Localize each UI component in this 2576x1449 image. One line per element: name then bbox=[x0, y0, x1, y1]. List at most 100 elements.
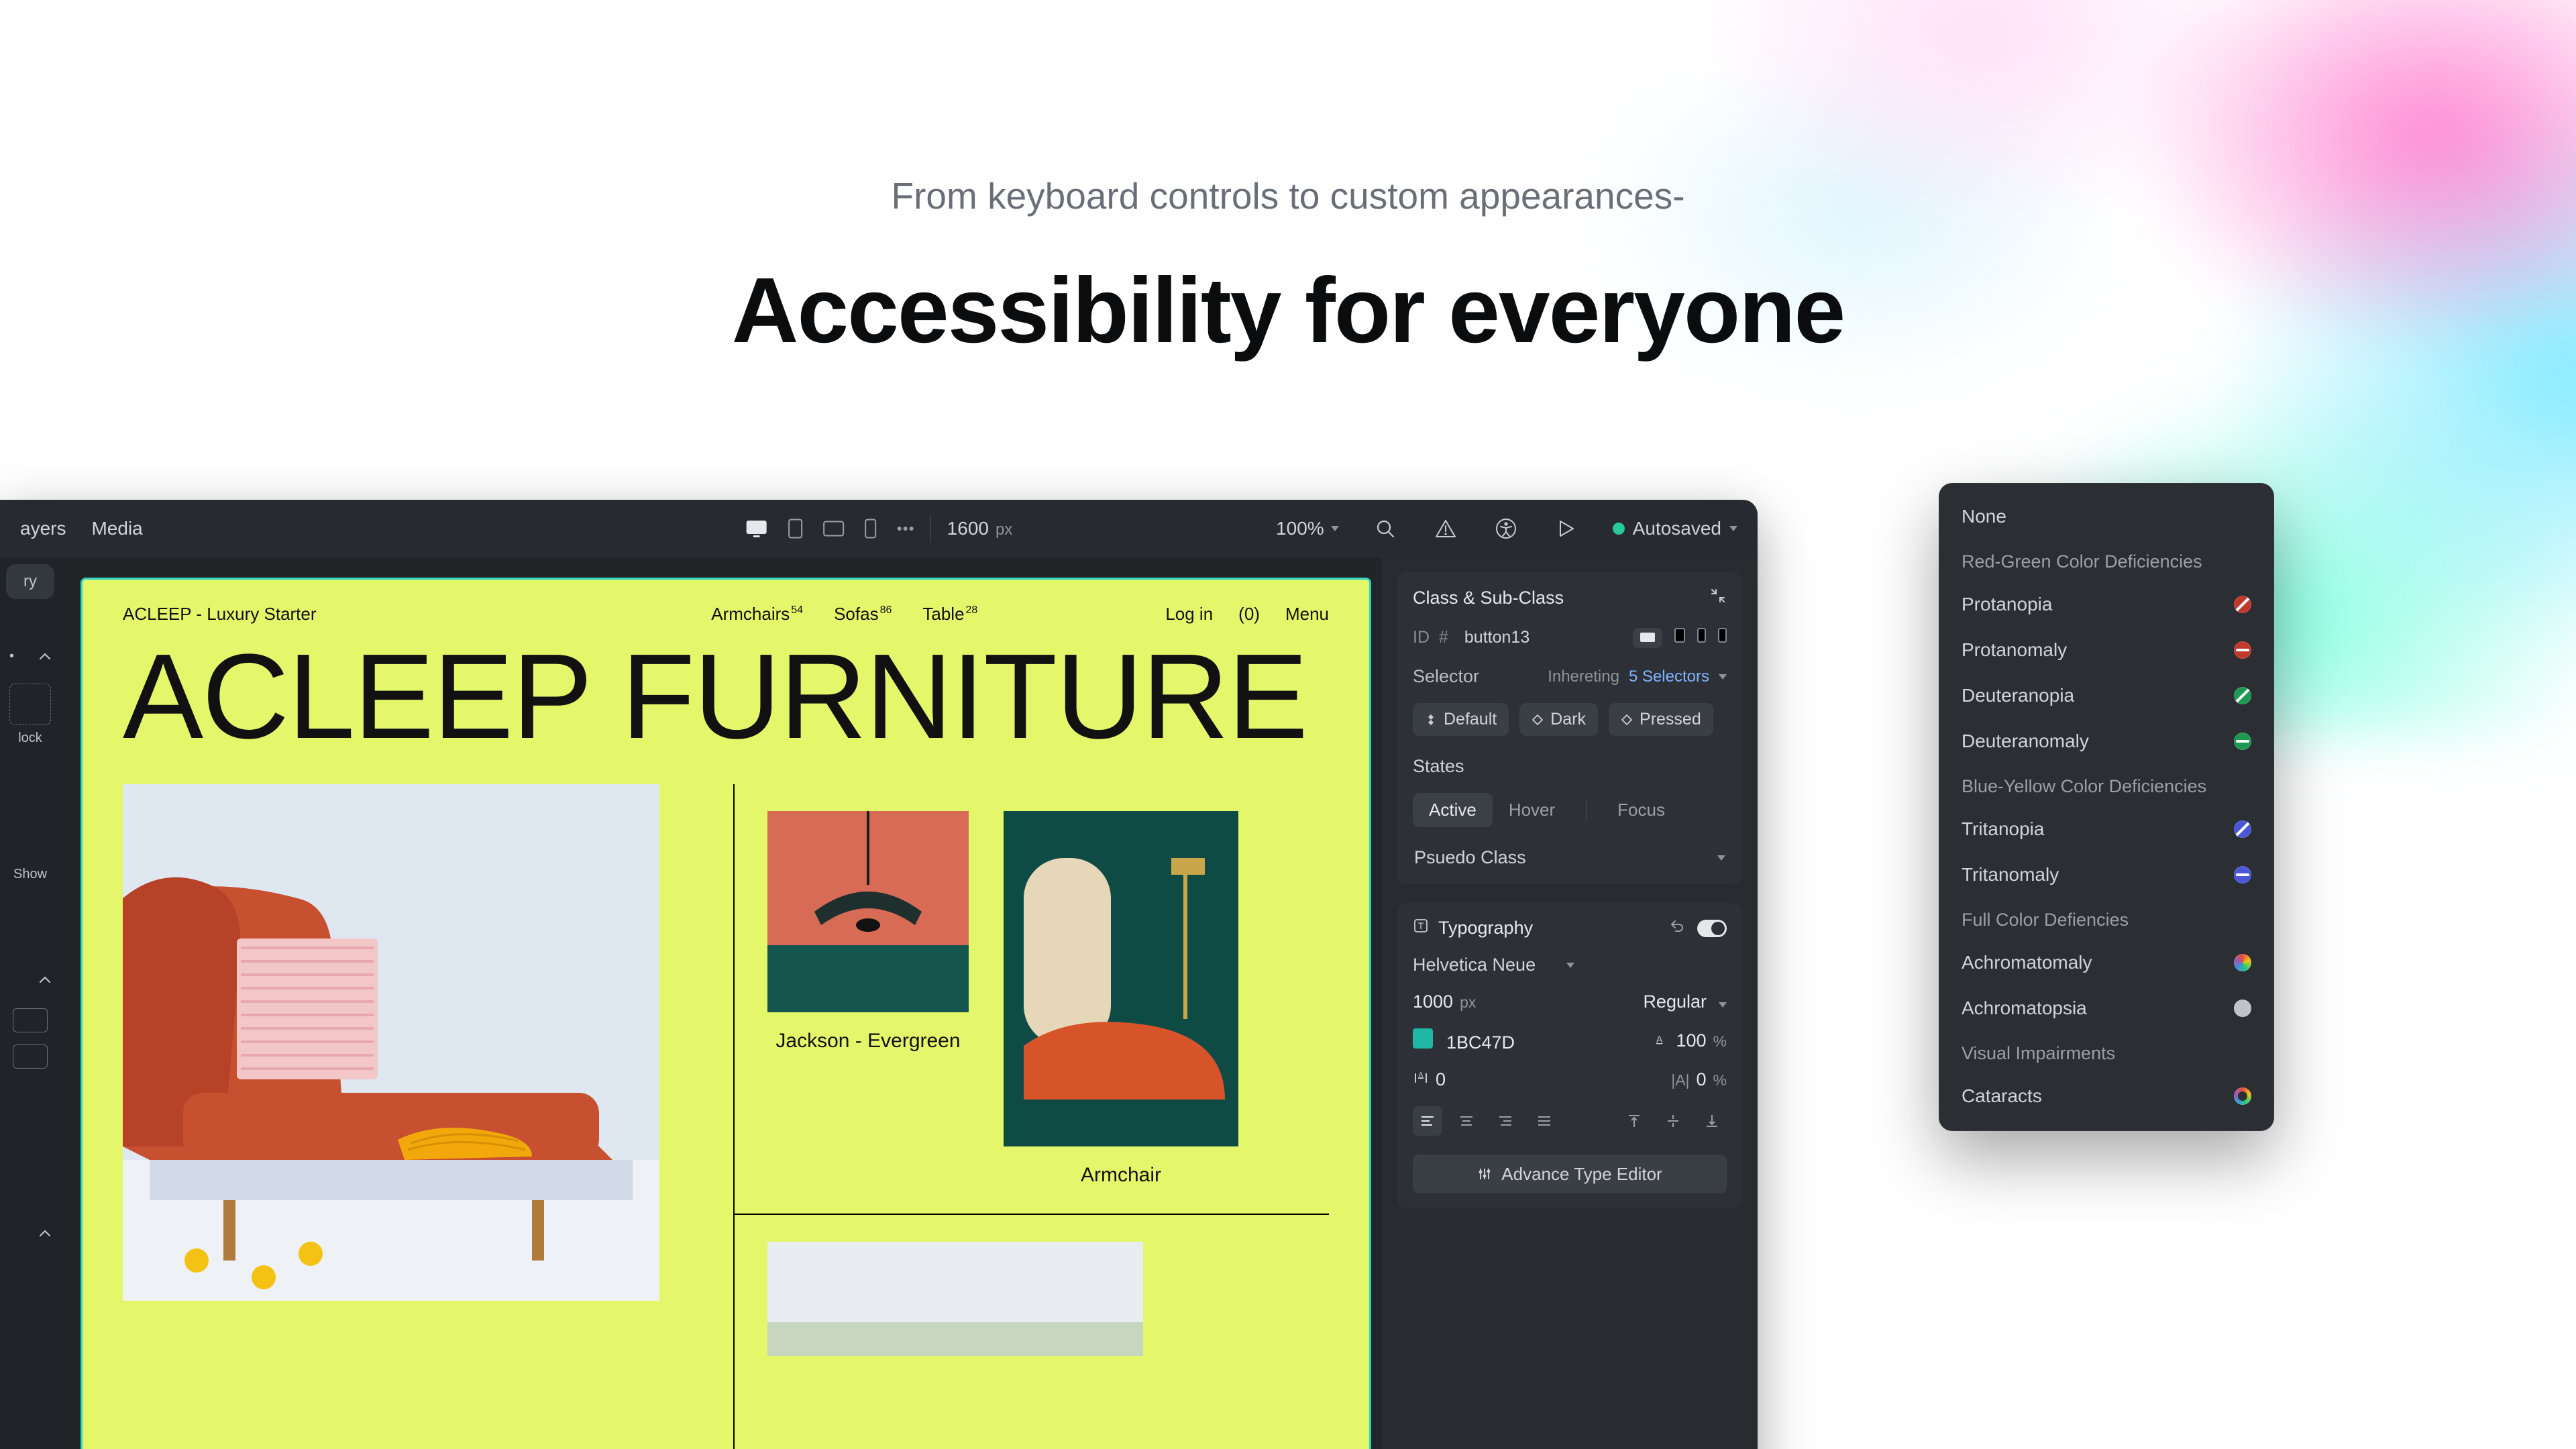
filter-deuteranomaly[interactable]: Deuteranomaly bbox=[1939, 718, 2274, 764]
chevron-down-icon bbox=[1331, 526, 1339, 531]
id-value[interactable]: button13 bbox=[1458, 625, 1536, 650]
swatch-icon bbox=[2234, 1087, 2251, 1105]
hero-headline: From keyboard controls to custom appeara… bbox=[732, 174, 1844, 364]
product-grid: Jackson - Evergreen bbox=[734, 784, 1329, 1449]
valign-bottom-icon[interactable] bbox=[1697, 1106, 1727, 1136]
selector-label: Selector bbox=[1413, 666, 1479, 687]
topbar: ayers Media bbox=[0, 500, 1758, 557]
align-justify-icon[interactable] bbox=[1529, 1106, 1559, 1136]
valign-top-icon[interactable] bbox=[1619, 1106, 1649, 1136]
device-tablet-landscape-icon[interactable] bbox=[823, 521, 845, 537]
filter-achromatomaly[interactable]: Achromatomaly bbox=[1939, 940, 2274, 985]
more-devices-icon[interactable] bbox=[897, 526, 914, 531]
save-status[interactable]: Autosaved bbox=[1613, 518, 1737, 539]
left-strip-chip[interactable]: ry bbox=[6, 564, 54, 599]
canvas-width[interactable]: 1600 px bbox=[947, 518, 1013, 539]
product-card[interactable]: Armchair bbox=[1004, 811, 1238, 1187]
design-canvas[interactable]: ACLEEP - Luxury Starter Armchairs54 Sofa… bbox=[80, 578, 1371, 1449]
filter-none[interactable]: None bbox=[1939, 494, 2274, 539]
panel-title: Typography bbox=[1438, 918, 1533, 938]
warning-icon[interactable] bbox=[1432, 515, 1460, 543]
chevron-up-icon[interactable] bbox=[39, 1226, 51, 1241]
class-panel: Class & Sub-Class ID # button13 bbox=[1397, 572, 1743, 884]
tab-hover[interactable]: Hover bbox=[1493, 793, 1571, 827]
letter-spacing-field[interactable]: A 0 bbox=[1413, 1069, 1446, 1090]
cat-armchairs[interactable]: Armchairs54 bbox=[711, 604, 803, 625]
thumbnail-icon[interactable] bbox=[13, 1044, 48, 1069]
cat-sofas[interactable]: Sofas86 bbox=[834, 604, 892, 625]
swatch-icon bbox=[2234, 641, 2251, 659]
chevron-down-icon[interactable] bbox=[1719, 674, 1727, 680]
zoom-control[interactable]: 100% bbox=[1276, 518, 1339, 539]
device-phone-icon[interactable] bbox=[865, 519, 877, 539]
color-field[interactable]: 1BC47D bbox=[1413, 1028, 1515, 1053]
valign-middle-icon[interactable] bbox=[1658, 1106, 1688, 1136]
swatch-icon bbox=[2234, 596, 2251, 613]
filter-tritanopia[interactable]: Tritanopia bbox=[1939, 806, 2274, 852]
sliders-icon bbox=[1477, 1167, 1492, 1181]
nav-login[interactable]: Log in bbox=[1165, 604, 1213, 625]
align-right-icon[interactable] bbox=[1491, 1106, 1520, 1136]
product-card[interactable]: Jackson - Evergreen bbox=[767, 811, 969, 1187]
product-card[interactable] bbox=[767, 1242, 1143, 1356]
menu-item-media[interactable]: Media bbox=[91, 518, 142, 539]
site-categories: Armchairs54 Sofas86 Table28 bbox=[711, 604, 977, 625]
bp-desktop-icon[interactable] bbox=[1633, 628, 1662, 648]
show-label[interactable]: Show bbox=[13, 867, 47, 882]
pill-pressed[interactable]: Pressed bbox=[1609, 703, 1713, 736]
line-height-field[interactable]: A 100% bbox=[1654, 1030, 1727, 1051]
pill-dark[interactable]: Dark bbox=[1519, 703, 1598, 736]
tab-focus[interactable]: Focus bbox=[1601, 793, 1681, 827]
inspector: Class & Sub-Class ID # button13 bbox=[1382, 557, 1758, 1449]
left-strip: ry • lock Show bbox=[0, 557, 60, 1449]
filter-cataracts[interactable]: Cataracts bbox=[1939, 1073, 2274, 1119]
font-size-field[interactable]: 1000px bbox=[1413, 991, 1476, 1012]
collapse-icon[interactable] bbox=[1709, 587, 1727, 609]
chevron-up-icon[interactable] bbox=[39, 649, 51, 664]
product-thumb-image bbox=[767, 1242, 1143, 1356]
search-icon[interactable] bbox=[1371, 515, 1399, 543]
nav-cart[interactable]: (0) bbox=[1238, 604, 1260, 625]
panel-toggle[interactable] bbox=[1697, 920, 1727, 937]
block-label: lock bbox=[18, 731, 42, 746]
nav-menu[interactable]: Menu bbox=[1285, 604, 1329, 625]
tracking-field[interactable]: |A| 0% bbox=[1671, 1069, 1727, 1090]
product-caption: Armchair bbox=[1081, 1164, 1161, 1187]
advance-type-label: Advance Type Editor bbox=[1501, 1164, 1662, 1185]
accessibility-icon[interactable] bbox=[1492, 515, 1520, 543]
block-placeholder-icon[interactable] bbox=[9, 684, 51, 725]
play-icon[interactable] bbox=[1552, 515, 1580, 543]
site-right-nav: Log in (0) Menu bbox=[1165, 604, 1329, 625]
cat-table[interactable]: Table28 bbox=[922, 604, 977, 625]
chevron-down-icon bbox=[1717, 855, 1725, 861]
bp-tablet-icon[interactable] bbox=[1674, 628, 1685, 647]
bp-phone-icon[interactable] bbox=[1718, 628, 1727, 647]
filter-protanomaly[interactable]: Protanomaly bbox=[1939, 627, 2274, 673]
tab-active[interactable]: Active bbox=[1413, 793, 1493, 827]
device-tablet-portrait-icon[interactable] bbox=[788, 519, 803, 539]
bp-phone-icon[interactable] bbox=[1697, 628, 1706, 647]
filter-protanopia[interactable]: Protanopia bbox=[1939, 582, 2274, 627]
font-weight-field[interactable]: Regular bbox=[1643, 991, 1727, 1012]
filter-deuteranopia[interactable]: Deuteranopia bbox=[1939, 673, 2274, 718]
separator bbox=[930, 515, 931, 542]
device-desktop-icon[interactable] bbox=[745, 519, 768, 538]
filter-achromatopsia[interactable]: Achromatopsia bbox=[1939, 985, 2274, 1031]
menu-item-layers[interactable]: ayers bbox=[20, 518, 66, 539]
filter-tritanomaly[interactable]: Tritanomaly bbox=[1939, 852, 2274, 898]
strip-row: • bbox=[0, 639, 60, 673]
selectors-link[interactable]: 5 Selectors bbox=[1629, 667, 1709, 686]
thumbnail-icon[interactable] bbox=[13, 1008, 48, 1032]
chevron-up-icon[interactable] bbox=[39, 972, 51, 987]
site-header: ACLEEP - Luxury Starter Armchairs54 Sofa… bbox=[123, 604, 1329, 625]
undo-icon[interactable] bbox=[1669, 918, 1685, 938]
typography-panel: T Typography Helvetica Neue 1000px bbox=[1397, 903, 1743, 1208]
align-center-icon[interactable] bbox=[1452, 1106, 1481, 1136]
swatch-icon bbox=[2234, 954, 2251, 971]
chevron-down-icon bbox=[1719, 1002, 1727, 1008]
font-family-row[interactable]: Helvetica Neue bbox=[1413, 955, 1727, 975]
pill-default[interactable]: Default bbox=[1413, 703, 1509, 736]
advance-type-button[interactable]: Advance Type Editor bbox=[1413, 1155, 1727, 1193]
pseudo-row[interactable]: Psuedo Class bbox=[1413, 843, 1727, 869]
align-left-icon[interactable] bbox=[1413, 1106, 1442, 1136]
